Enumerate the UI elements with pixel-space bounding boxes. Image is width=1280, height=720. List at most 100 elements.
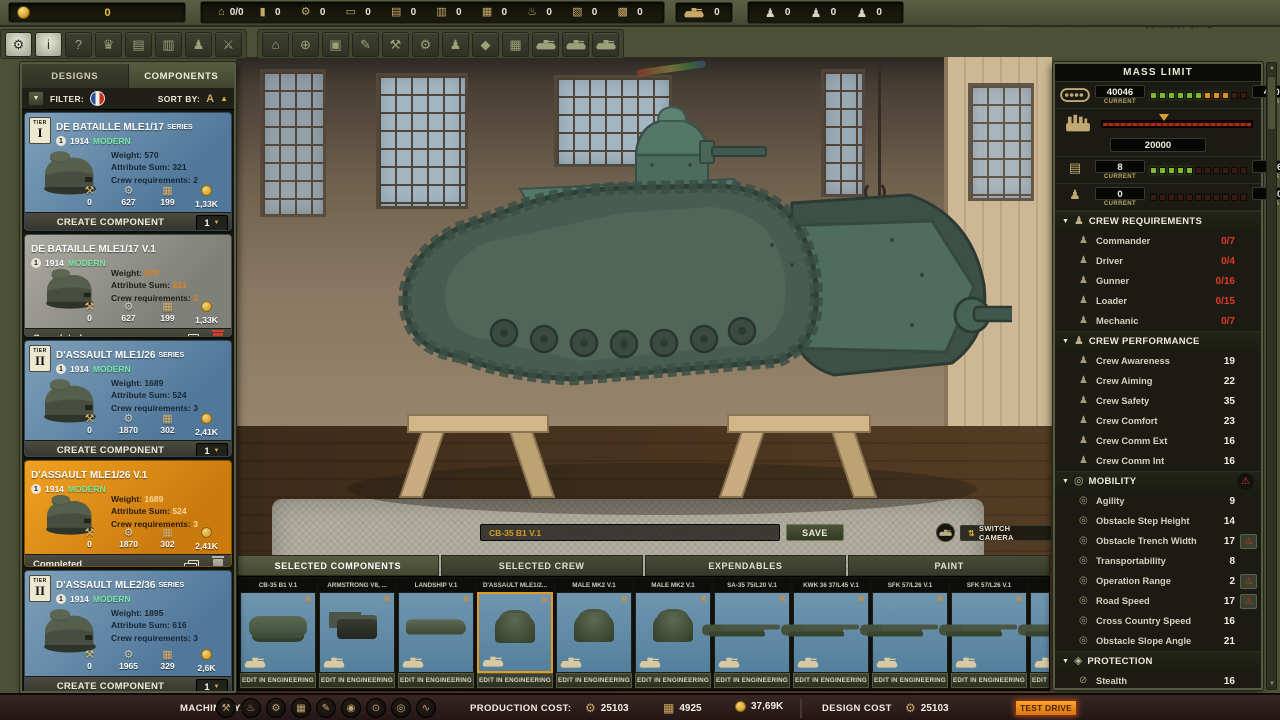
delete-icon[interactable]	[213, 333, 223, 337]
remove-component-icon[interactable]: ✕	[383, 594, 391, 605]
selected-component-card[interactable]: SFK 57/L26 V.1 ✕ EDIT IN ENGINEERING	[872, 579, 948, 688]
edit-in-engineering-button[interactable]: EDIT IN ENGINEERING	[319, 673, 395, 688]
toolbar-button[interactable]: ⚙	[412, 32, 439, 57]
remove-component-icon[interactable]: ✕	[1015, 594, 1023, 605]
section-protection[interactable]: ▼ ◈ PROTECTION	[1055, 651, 1261, 671]
toolbar-button[interactable]: ⌂	[262, 32, 289, 57]
remove-component-icon[interactable]: ✕	[857, 594, 865, 605]
duplicate-icon[interactable]	[188, 334, 199, 337]
test-drive-button[interactable]: TEST DRIVE	[1014, 699, 1078, 717]
tank-icon	[684, 7, 704, 19]
toolbar-button[interactable]: ⚒	[382, 32, 409, 57]
switch-camera-button[interactable]: ⇅ SWITCH CAMERA	[960, 525, 1052, 541]
sort-alpha-icon[interactable]: A	[206, 93, 214, 105]
remove-component-icon[interactable]: ✕	[778, 594, 786, 605]
selected-component-card[interactable]: SFK 57/L26 V.1 ✕ EDIT IN ENGINEERING	[951, 579, 1027, 688]
component-card-variant-selected[interactable]: D'ASSAULT MLE1/26 V.1 1 1914 MODERN Weig…	[24, 460, 232, 567]
toolbar-button[interactable]: ▦	[502, 32, 529, 57]
edit-in-engineering-button[interactable]: EDIT IN ENGINEERING	[872, 673, 948, 688]
tank-model	[272, 95, 1012, 525]
component-card-series[interactable]: TIER II D'ASSAULT MLE2/36SERIES 1 1914 M…	[24, 570, 232, 693]
section-crew-requirements[interactable]: ▼ ♟ CREW REQUIREMENTS	[1055, 211, 1261, 231]
engine-power-slider[interactable]	[1101, 120, 1253, 128]
remove-component-icon[interactable]: ✕	[540, 595, 548, 606]
toolbar-button[interactable]	[532, 32, 559, 57]
filter-collapse-button[interactable]: ▼	[28, 91, 44, 106]
edit-in-engineering-button[interactable]: EDIT IN ENGINEERING	[477, 673, 553, 688]
remove-component-icon[interactable]: ✕	[936, 594, 944, 605]
remove-component-icon[interactable]: ✕	[304, 594, 312, 605]
component-card-series[interactable]: TIER II D'ASSAULT MLE1/26SERIES 1 1914 M…	[24, 340, 232, 457]
toolbar-button[interactable]: ▣	[322, 32, 349, 57]
selected-component-card[interactable]: SA-35 75/L20 V.1 ✕ EDIT IN ENGINEERING	[714, 579, 790, 688]
create-component-button[interactable]: CREATE COMPONENT	[25, 681, 196, 692]
toolbar-button[interactable]: ♟	[442, 32, 469, 57]
remove-component-icon[interactable]: ✕	[699, 594, 707, 605]
create-component-button[interactable]: CREATE COMPONENT	[25, 445, 196, 456]
slider-marker[interactable]	[1159, 114, 1169, 121]
left-panel-tab[interactable]: DESIGNS	[22, 64, 128, 88]
selected-component-card[interactable]: LANDSHIP V.1 ✕ EDIT IN ENGINEERING	[398, 579, 474, 688]
toolbar-button[interactable]: ◆	[472, 32, 499, 57]
quantity-dropdown[interactable]: 1▼	[196, 443, 228, 457]
edit-in-engineering-button[interactable]: EDIT IN ENGINEERING	[240, 673, 316, 688]
france-flag-filter[interactable]	[90, 91, 105, 106]
create-component-button[interactable]: CREATE COMPONENT	[25, 217, 196, 228]
selected-component-card[interactable]: LE ✕ EDIT IN ENGINEERING	[1030, 579, 1050, 688]
toolbar-button[interactable]: ✎	[352, 32, 379, 57]
toolbar-button[interactable]: ⚙	[5, 32, 32, 57]
selected-component-card[interactable]: KWK 36 37/L45 V.1 ✕ EDIT IN ENGINEERING	[793, 579, 869, 688]
edit-in-engineering-button[interactable]: EDIT IN ENGINEERING	[556, 673, 632, 688]
toolbar-button[interactable]: ⚔	[215, 32, 242, 57]
save-button[interactable]: SAVE	[786, 524, 844, 541]
scrollbar-thumb[interactable]	[1268, 77, 1275, 129]
toolbar-icon: ⚒	[390, 37, 402, 53]
edit-in-engineering-button[interactable]: EDIT IN ENGINEERING	[1030, 673, 1050, 688]
edit-in-engineering-button[interactable]: EDIT IN ENGINEERING	[635, 673, 711, 688]
remove-component-icon[interactable]: ✕	[462, 594, 470, 605]
bottom-panel-tab[interactable]: SELECTED CREW	[441, 555, 643, 576]
duplicate-icon[interactable]	[188, 560, 199, 567]
edit-in-engineering-button[interactable]: EDIT IN ENGINEERING	[398, 673, 474, 688]
status-label: Completed	[25, 333, 188, 337]
camera-emblem-button[interactable]	[936, 523, 955, 542]
toolbar-button[interactable]	[592, 32, 619, 57]
toolbar-button[interactable]: ♛	[95, 32, 122, 57]
toolbar-button[interactable]: i	[35, 32, 62, 57]
toolbar-button[interactable]: ♟	[185, 32, 212, 57]
crew-current-value: 8	[1095, 160, 1145, 173]
delete-icon[interactable]	[213, 559, 223, 567]
quantity-dropdown[interactable]: 1▼	[196, 679, 228, 693]
selected-component-card[interactable]: ARMSTRONG V8, ... ✕ EDIT IN ENGINEERING	[319, 579, 395, 688]
selected-component-card[interactable]: MALE MK2 V.1 ✕ EDIT IN ENGINEERING	[635, 579, 711, 688]
section-crew-performance[interactable]: ▼ ♟ CREW PERFORMANCE	[1055, 331, 1261, 351]
led	[1240, 92, 1247, 99]
design-name-input[interactable]	[480, 524, 780, 541]
toolbar-button[interactable]: ▤	[125, 32, 152, 57]
edit-in-engineering-button[interactable]: EDIT IN ENGINEERING	[951, 673, 1027, 688]
left-panel-tab[interactable]: COMPONENTS	[129, 64, 235, 88]
toolbar-button[interactable]: ⊕	[292, 32, 319, 57]
edit-in-engineering-button[interactable]: EDIT IN ENGINEERING	[714, 673, 790, 688]
production-cost-money: 37,69K	[735, 701, 783, 712]
component-card-series[interactable]: TIER I DE BATAILLE MLE1/17SERIES 1 1914 …	[24, 112, 232, 231]
remove-component-icon[interactable]: ✕	[620, 594, 628, 605]
selected-component-card[interactable]: D'ASSAULT MLE1/2... ✕ EDIT IN ENGINEERIN…	[477, 579, 553, 688]
tools-icon: ⚒	[71, 649, 108, 661]
edit-in-engineering-button[interactable]: EDIT IN ENGINEERING	[793, 673, 869, 688]
selected-component-card[interactable]: MALE MK2 V.1 ✕ EDIT IN ENGINEERING	[556, 579, 632, 688]
component-card-variant[interactable]: DE BATAILLE MLE1/17 V.1 1 1914 MODERN We…	[24, 234, 232, 337]
bottom-panel-tab[interactable]: EXPENDABLES	[645, 555, 847, 576]
bottom-panel-tab[interactable]: SELECTED COMPONENTS	[237, 555, 439, 576]
led	[1186, 92, 1193, 99]
bottom-panel-tab[interactable]: PAINT	[848, 555, 1050, 576]
right-panel-scrollbar[interactable]	[1266, 62, 1277, 690]
sort-direction-icon[interactable]: ▲	[220, 94, 228, 103]
stat-icon	[1079, 396, 1096, 406]
selected-component-card[interactable]: CB-35 B1 V.1 ✕ EDIT IN ENGINEERING	[240, 579, 316, 688]
quantity-dropdown[interactable]: 1▼	[196, 215, 228, 231]
toolbar-button[interactable]: ▥	[155, 32, 182, 57]
section-mobility[interactable]: ▼ ◎ MOBILITY	[1055, 471, 1261, 491]
toolbar-button[interactable]: ?	[65, 32, 92, 57]
toolbar-button[interactable]	[562, 32, 589, 57]
